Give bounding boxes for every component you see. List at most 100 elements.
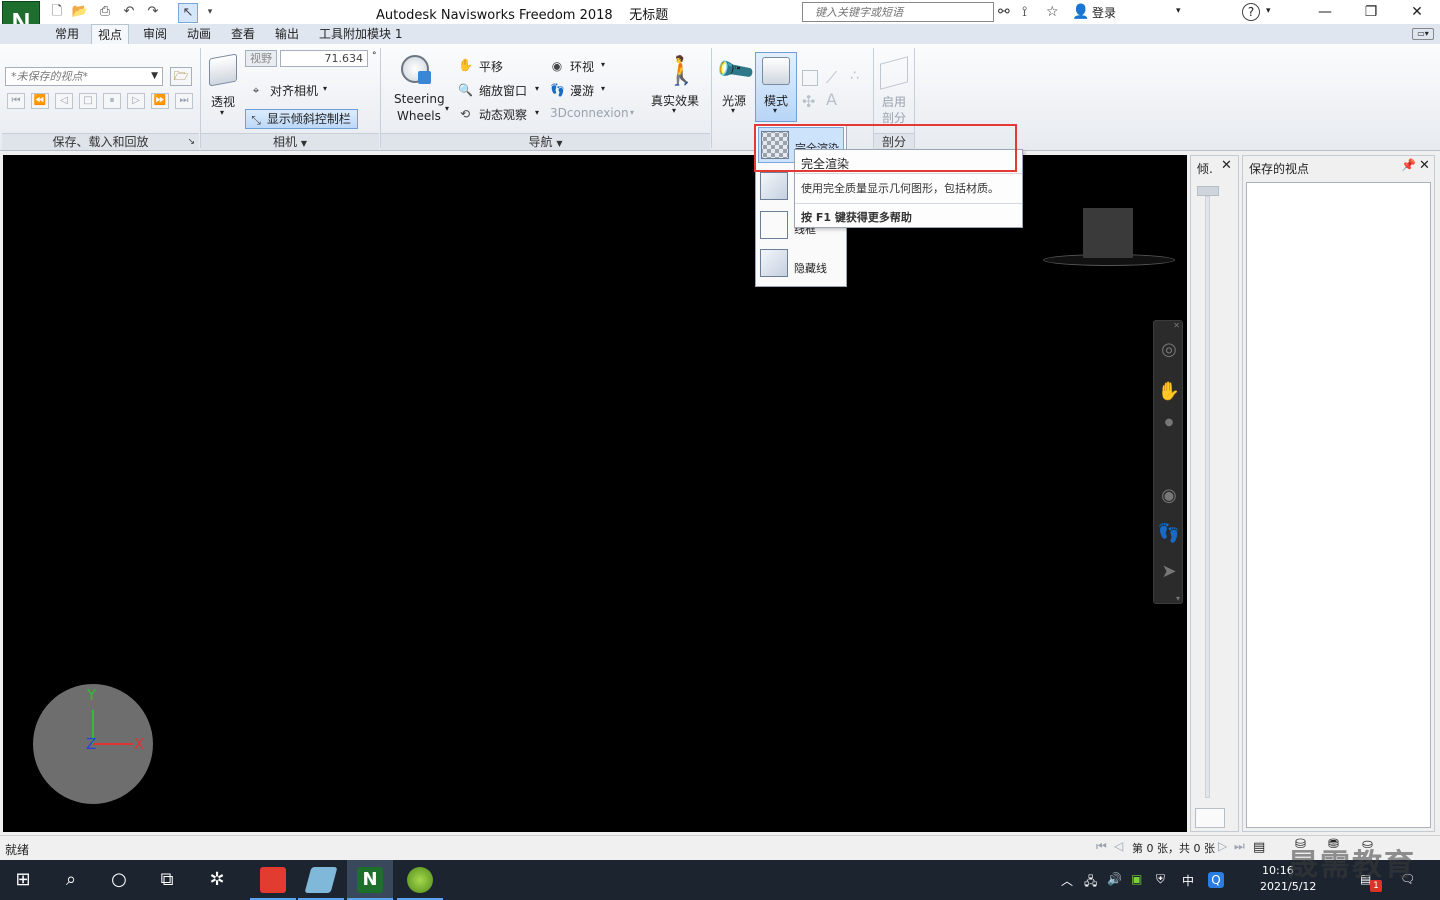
tilt-slider-thumb[interactable]: [1197, 186, 1219, 196]
tab-viewpoint[interactable]: 视点: [91, 24, 130, 45]
tilt-value-box[interactable]: [1195, 808, 1225, 828]
volume-icon[interactable]: 🔊: [1107, 872, 1122, 886]
orbit-button[interactable]: 动态观察: [479, 106, 527, 123]
tab-home[interactable]: 常用: [49, 26, 85, 43]
pause-icon[interactable]: ⏸: [103, 93, 121, 109]
login-button[interactable]: 登录: [1092, 4, 1116, 21]
chevron-down-icon[interactable]: ▾: [630, 108, 634, 117]
walk-footprints-icon[interactable]: 👣: [1154, 523, 1184, 544]
wps-app-icon[interactable]: [250, 860, 296, 900]
steering-wheels-button[interactable]: Steering: [394, 92, 445, 106]
last-sheet-icon[interactable]: ⏭: [1234, 839, 1245, 854]
camera-panel-label[interactable]: 相机 ▼: [201, 133, 379, 150]
ribbon-minimize-icon[interactable]: ▭▾: [1412, 28, 1434, 40]
tab-view[interactable]: 查看: [225, 26, 261, 43]
zoom-window-icon[interactable]: 🔍: [458, 82, 473, 97]
network-icon[interactable]: 🖧: [1084, 872, 1097, 893]
text-icon[interactable]: A: [826, 90, 837, 109]
chevron-down-icon[interactable]: ▾: [220, 108, 224, 117]
walk-footprints-icon[interactable]: 👣: [550, 82, 565, 97]
next-sheet-icon[interactable]: ▷: [1218, 839, 1227, 853]
windows-start-icon[interactable]: ⊞: [0, 860, 46, 900]
3dconnexion-button[interactable]: 3Dconnexion: [550, 106, 629, 120]
look-around-button[interactable]: 环视: [570, 58, 594, 75]
new-file-icon[interactable]: 🗋: [48, 3, 66, 21]
navbar-options-icon[interactable]: ▾: [1176, 594, 1180, 603]
search-icon[interactable]: ⌕: [48, 860, 94, 900]
stop-icon[interactable]: □: [79, 93, 97, 109]
tilt-slider-track[interactable]: [1205, 196, 1210, 798]
ime-indicator[interactable]: 中: [1182, 872, 1194, 889]
saved-viewpoints-list[interactable]: [1246, 182, 1431, 828]
look-around-icon[interactable]: ◉: [550, 58, 564, 73]
tab-tool-addins[interactable]: 工具附加模块 1: [313, 26, 408, 43]
print-icon[interactable]: ⎙: [96, 3, 114, 21]
task-view-icon[interactable]: ⧉: [144, 860, 190, 900]
pan-button[interactable]: 平移: [479, 58, 503, 75]
pan-hand-icon[interactable]: ✋: [458, 57, 473, 72]
open-file-icon[interactable]: 📂: [71, 3, 89, 21]
close-button[interactable]: ✕: [1394, 0, 1440, 24]
chevron-down-icon[interactable]: ▾: [535, 108, 539, 117]
align-camera-icon[interactable]: ⌖: [249, 82, 263, 97]
play-reverse-icon[interactable]: ◁: [55, 93, 73, 109]
field-of-view-input[interactable]: 71.634: [280, 50, 368, 67]
realism-figure-icon[interactable]: 🚶: [664, 54, 699, 87]
panel-launcher-icon[interactable]: ↘: [187, 134, 195, 150]
zoom-icon[interactable]: ●: [1154, 417, 1184, 428]
notes-app-icon[interactable]: [298, 860, 344, 900]
first-sheet-icon[interactable]: ⏮: [1096, 839, 1107, 854]
points-icon[interactable]: ∴: [850, 68, 859, 84]
chevron-down-icon[interactable]: ▾: [672, 106, 676, 115]
pan-hand-icon[interactable]: ✋: [1154, 381, 1184, 402]
3d-viewport[interactable]: [3, 155, 1187, 832]
enable-sectioning-button[interactable]: 启用: [882, 93, 906, 110]
step-back-icon[interactable]: ⏪: [31, 93, 49, 109]
first-frame-icon[interactable]: ⏮: [7, 93, 25, 109]
favorites-star-icon[interactable]: ☆: [1046, 4, 1059, 20]
melon-app-icon[interactable]: [397, 860, 443, 900]
navisworks-app-icon[interactable]: N: [347, 860, 393, 900]
sheet-browser-icon[interactable]: ▤: [1253, 840, 1265, 855]
tray-expand-icon[interactable]: ︿: [1061, 872, 1073, 889]
security-shield-icon[interactable]: ⛨: [1156, 872, 1165, 887]
close-icon[interactable]: ✕: [1221, 158, 1232, 173]
surfaces-icon[interactable]: [802, 70, 818, 86]
viewcube[interactable]: [1083, 208, 1133, 258]
save-load-playback-panel-label[interactable]: 保存、载入和回放 ↘: [2, 133, 199, 150]
select-tool-icon[interactable]: ↖: [178, 3, 198, 23]
close-icon[interactable]: ✕: [1419, 158, 1430, 173]
restore-button[interactable]: ❐: [1348, 0, 1394, 24]
qq-icon[interactable]: Q: [1208, 872, 1224, 888]
chevron-down-icon[interactable]: ▾: [535, 84, 539, 93]
walk-button[interactable]: 漫游: [570, 82, 594, 99]
zoom-window-button[interactable]: 缩放窗口: [479, 82, 527, 99]
close-navbar-icon[interactable]: ✕: [1173, 321, 1180, 330]
redo-icon[interactable]: ↷: [144, 3, 162, 21]
communication-center-icon[interactable]: ⟟: [1022, 4, 1027, 20]
help-dropdown-icon[interactable]: ▾: [1266, 6, 1271, 16]
align-camera-button[interactable]: 对齐相机: [270, 82, 318, 99]
tab-output[interactable]: 输出: [269, 26, 305, 43]
orbit-icon[interactable]: ⟲: [458, 106, 472, 121]
show-tilt-bar-button[interactable]: ⤡ 显示倾斜控制栏: [245, 109, 358, 129]
last-frame-icon[interactable]: ⏭: [175, 93, 193, 109]
select-arrow-icon[interactable]: ➤: [1154, 561, 1184, 582]
binoculars-icon[interactable]: ⚯: [998, 4, 1010, 20]
chevron-down-icon[interactable]: ▾: [323, 84, 327, 93]
undo-icon[interactable]: ↶: [120, 3, 138, 21]
search-input[interactable]: [815, 4, 991, 20]
minimize-button[interactable]: —: [1302, 0, 1348, 24]
nvidia-icon[interactable]: ▣: [1131, 872, 1142, 886]
menu-item-hidden-line[interactable]: 隐藏线: [758, 247, 844, 283]
search-box[interactable]: [802, 2, 994, 22]
play-icon[interactable]: ▷: [127, 93, 145, 109]
chevron-down-icon[interactable]: ▾: [731, 106, 735, 115]
quick-access-dropdown-icon[interactable]: ▾: [201, 3, 219, 21]
viewpoint-dropdown[interactable]: *未保存的视点* ▼: [5, 67, 163, 86]
tab-review[interactable]: 审阅: [137, 26, 173, 43]
chevron-down-icon[interactable]: ▾: [445, 104, 449, 113]
steering-wheel-nav-icon[interactable]: ◎: [1154, 339, 1184, 360]
user-icon[interactable]: 👤: [1072, 4, 1089, 20]
perspective-camera-icon[interactable]: [209, 53, 237, 87]
